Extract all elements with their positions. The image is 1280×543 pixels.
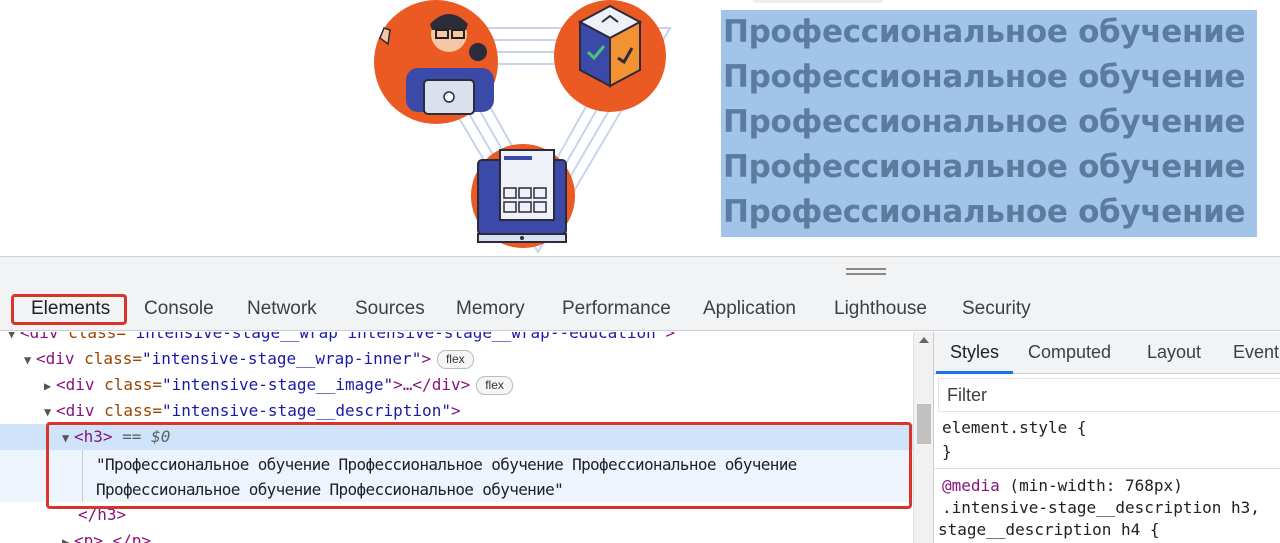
heading-line: Профессиональное обучение <box>723 59 1246 95</box>
elements-tab-annotation <box>11 294 127 325</box>
expand-arrow-icon[interactable]: ▼ <box>8 332 20 347</box>
tab-application[interactable]: Application <box>703 287 796 331</box>
tree-row[interactable]: ▶ <p>…</p> <box>0 528 913 543</box>
element-style-rule[interactable]: element.style { <box>942 418 1087 437</box>
scroll-thumb[interactable] <box>917 404 931 444</box>
tree-row[interactable]: ▼ <div class="intensive-stage__wrap-inner… <box>0 346 913 372</box>
subtab-event-listeners[interactable]: Event <box>1233 332 1279 374</box>
cube-figure <box>577 4 643 88</box>
education-illustration <box>374 0 672 254</box>
collapse-arrow-icon[interactable]: ▶ <box>62 529 74 543</box>
collapse-arrow-icon[interactable]: ▶ <box>44 373 56 399</box>
flex-badge[interactable]: flex <box>476 376 513 395</box>
devtools-panel: Elements Console Network Sources Memory … <box>0 256 1280 543</box>
element-style-close: } <box>942 442 952 461</box>
devtools-tabbar: Elements Console Network Sources Memory … <box>0 287 1280 331</box>
styles-subtabs: Styles Computed Layout Event <box>934 332 1280 374</box>
tab-performance[interactable]: Performance <box>562 287 671 331</box>
tab-lighthouse[interactable]: Lighthouse <box>834 287 927 331</box>
h3-annotation-box <box>46 422 912 509</box>
tab-sources[interactable]: Sources <box>355 287 425 331</box>
active-subtab-indicator <box>936 371 1013 374</box>
media-query: @media (min-width: 768px) <box>942 476 1183 495</box>
tab-network[interactable]: Network <box>247 287 317 331</box>
subtab-styles[interactable]: Styles <box>950 332 999 374</box>
page-viewport: Профессиональное обучение Профессиональн… <box>0 0 1280 256</box>
styles-pane: Styles Computed Layout Event Filter elem… <box>933 332 1280 543</box>
heading-line: Профессиональное обучение <box>723 14 1246 50</box>
tree-row[interactable]: ▶ <div class="intensive-stage__image">…</… <box>0 372 913 398</box>
calendar-monitor-figure <box>477 149 567 243</box>
tree-row[interactable]: ▼ <div class="intensive-stage__descriptio… <box>0 398 913 424</box>
heading-line: Профессиональное обучение <box>723 149 1246 185</box>
expand-arrow-icon[interactable]: ▼ <box>24 347 36 373</box>
selected-heading[interactable]: Профессиональное обучение Профессиональн… <box>721 10 1257 237</box>
tab-console[interactable]: Console <box>144 287 214 331</box>
tree-scrollbar[interactable] <box>913 332 933 543</box>
css-selector[interactable]: stage__description h4 { <box>938 520 1160 539</box>
flex-badge[interactable]: flex <box>436 350 474 369</box>
rule-divider <box>934 468 1280 469</box>
tree-row[interactable]: ▼ <div class="intensive-stage__wrap inten… <box>0 332 913 346</box>
tab-memory[interactable]: Memory <box>456 287 525 331</box>
heading-line: Профессиональное обучение <box>723 104 1246 140</box>
scroll-up-icon[interactable] <box>919 337 929 343</box>
subtab-layout[interactable]: Layout <box>1147 332 1201 374</box>
css-selector[interactable]: .intensive-stage__description h3, <box>942 498 1260 517</box>
tooltip-edge <box>753 0 883 3</box>
devtools-resize-handle[interactable] <box>0 257 1280 287</box>
heading-line: Профессиональное обучение <box>723 194 1246 230</box>
styles-filter-input[interactable]: Filter <box>938 378 1280 412</box>
tab-security[interactable]: Security <box>962 287 1031 331</box>
subtab-computed[interactable]: Computed <box>1028 332 1111 374</box>
drag-grip-icon <box>846 268 886 276</box>
